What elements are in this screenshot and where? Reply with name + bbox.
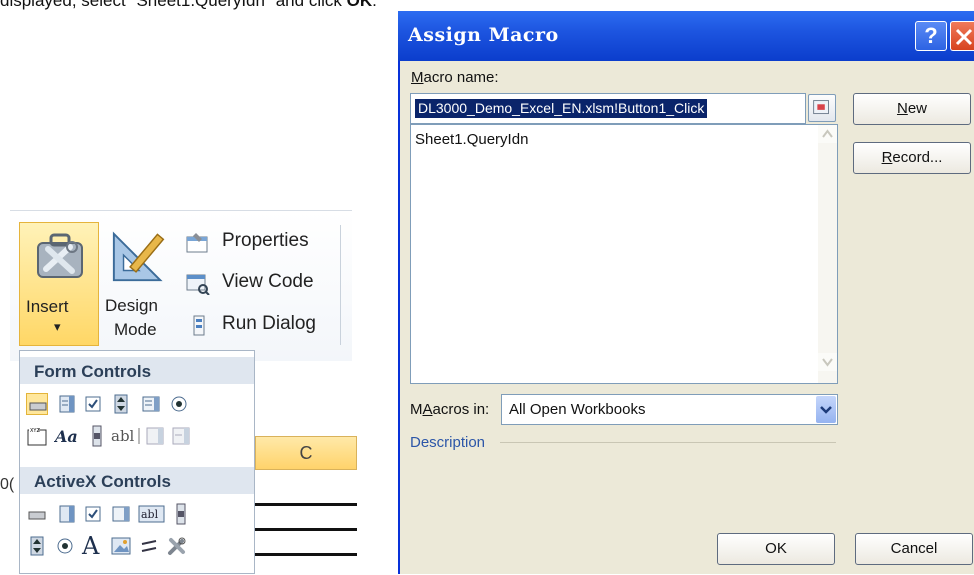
cell-border-line	[255, 503, 357, 506]
combo-box-control-icon[interactable]	[56, 393, 78, 415]
ribbon-separator	[340, 225, 341, 345]
run-dialog-button[interactable]: Run Dialog	[186, 313, 336, 341]
cell-text-fragment: 0(	[0, 476, 15, 493]
option-button-control-icon[interactable]	[168, 393, 190, 415]
scroll-down-icon[interactable]	[818, 353, 837, 371]
ok-button[interactable]: OK	[717, 533, 835, 565]
text-field-control-icon[interactable]: abl	[110, 425, 142, 447]
close-button[interactable]	[950, 21, 974, 51]
design-mode-label-2: Mode	[114, 320, 157, 339]
dropdown-arrow[interactable]	[816, 396, 836, 423]
activex-controls-heading: ActiveX Controls	[20, 467, 254, 494]
dialog-title: Assign Macro	[408, 24, 559, 46]
check-box-control-icon[interactable]	[82, 393, 104, 415]
activex-spin-button-icon[interactable]	[26, 535, 48, 557]
macros-in-value: All Open Workbooks	[509, 401, 646, 418]
chevron-down-icon	[820, 406, 832, 414]
activex-list-box-icon[interactable]	[110, 503, 132, 525]
column-header-c[interactable]: C	[255, 436, 357, 470]
more-controls-icon[interactable]	[166, 535, 188, 557]
description-divider	[500, 442, 836, 443]
svg-text:abl: abl	[111, 427, 135, 445]
properties-icon	[186, 233, 208, 253]
macro-list-scrollbar[interactable]	[818, 125, 837, 383]
label-control-icon[interactable]: Aa	[54, 425, 82, 447]
spin-button-control-icon[interactable]	[110, 393, 132, 415]
activex-scroll-bar-icon[interactable]	[170, 503, 192, 525]
close-icon	[955, 28, 973, 46]
cancel-button[interactable]: Cancel	[855, 533, 973, 565]
activex-toggle-button-icon[interactable]	[138, 535, 160, 557]
insert-label: Insert	[26, 297, 69, 316]
group-box-control-icon[interactable]: XYZ	[26, 425, 48, 447]
instruction-ok-bold: OK	[346, 0, 373, 10]
macros-in-label: MAacros in:	[410, 401, 490, 418]
properties-button[interactable]: Properties	[186, 230, 336, 258]
record-button[interactable]: Record...	[853, 142, 971, 174]
scroll-up-icon[interactable]	[818, 125, 837, 143]
instruction-post: .	[372, 0, 377, 10]
list-item[interactable]: Sheet1.QueryIdn	[415, 131, 528, 148]
view-code-icon	[186, 274, 210, 295]
svg-text:XYZ: XYZ	[30, 428, 40, 434]
design-mode-button[interactable]: Design Mode	[102, 222, 178, 346]
range-select-icon	[813, 100, 829, 115]
collapse-dialog-button[interactable]	[808, 94, 836, 122]
svg-text:Aa: Aa	[54, 427, 78, 446]
instruction-pre: displayed, select "Sheet1.QueryIdn" and …	[0, 0, 347, 10]
activex-label-icon[interactable]: A	[80, 533, 106, 557]
form-controls-heading: Form Controls	[20, 357, 254, 384]
combo-list-edit-control-icon[interactable]	[144, 425, 166, 447]
macro-list[interactable]: Sheet1.QueryIdn	[410, 124, 838, 384]
run-dialog-label: Run Dialog	[222, 313, 316, 334]
triangle-ruler-icon	[112, 231, 165, 282]
cell-border-line	[255, 528, 357, 531]
svg-text:A: A	[81, 533, 100, 557]
properties-label: Properties	[222, 230, 309, 251]
controls-dropdown: Form Controls XYZ Aa abl ActiveX Control…	[19, 350, 255, 574]
view-code-label: View Code	[222, 271, 314, 292]
new-button[interactable]: New	[853, 93, 971, 125]
view-code-button[interactable]: View Code	[186, 271, 336, 299]
activex-option-button-icon[interactable]	[54, 535, 76, 557]
activex-combo-box-icon[interactable]	[56, 503, 78, 525]
macro-name-label: Macro name:	[411, 69, 499, 86]
svg-text:abl: abl	[141, 508, 159, 521]
dialog-titlebar: Assign Macro ?	[398, 11, 974, 61]
macro-name-input[interactable]: DL3000_Demo_Excel_EN.xlsm!Button1_Click	[410, 93, 806, 124]
run-dialog-icon	[193, 315, 205, 336]
macro-name-selected-text: DL3000_Demo_Excel_EN.xlsm!Button1_Click	[415, 99, 708, 118]
toolbox-icon	[37, 233, 83, 278]
button-control-icon[interactable]	[26, 393, 48, 415]
activex-command-button-icon[interactable]	[26, 503, 48, 525]
scroll-bar-control-icon[interactable]	[86, 425, 108, 447]
activex-text-box-icon[interactable]: abl	[138, 503, 166, 525]
description-label: Description	[410, 434, 486, 451]
combo-drop-down-edit-control-icon[interactable]	[170, 425, 192, 447]
help-button[interactable]: ?	[915, 21, 947, 51]
activex-image-icon[interactable]	[110, 535, 132, 557]
cell-border-line	[255, 553, 357, 556]
activex-check-box-icon[interactable]	[82, 503, 104, 525]
macros-in-select[interactable]: All Open Workbooks	[501, 394, 838, 425]
insert-controls-button[interactable]: Insert ▾	[19, 222, 99, 346]
list-box-control-icon[interactable]	[140, 393, 162, 415]
instruction-text: displayed, select "Sheet1.QueryIdn" and …	[0, 0, 974, 11]
design-mode-label-1: Design	[105, 296, 158, 315]
chevron-down-icon: ▾	[54, 319, 61, 334]
